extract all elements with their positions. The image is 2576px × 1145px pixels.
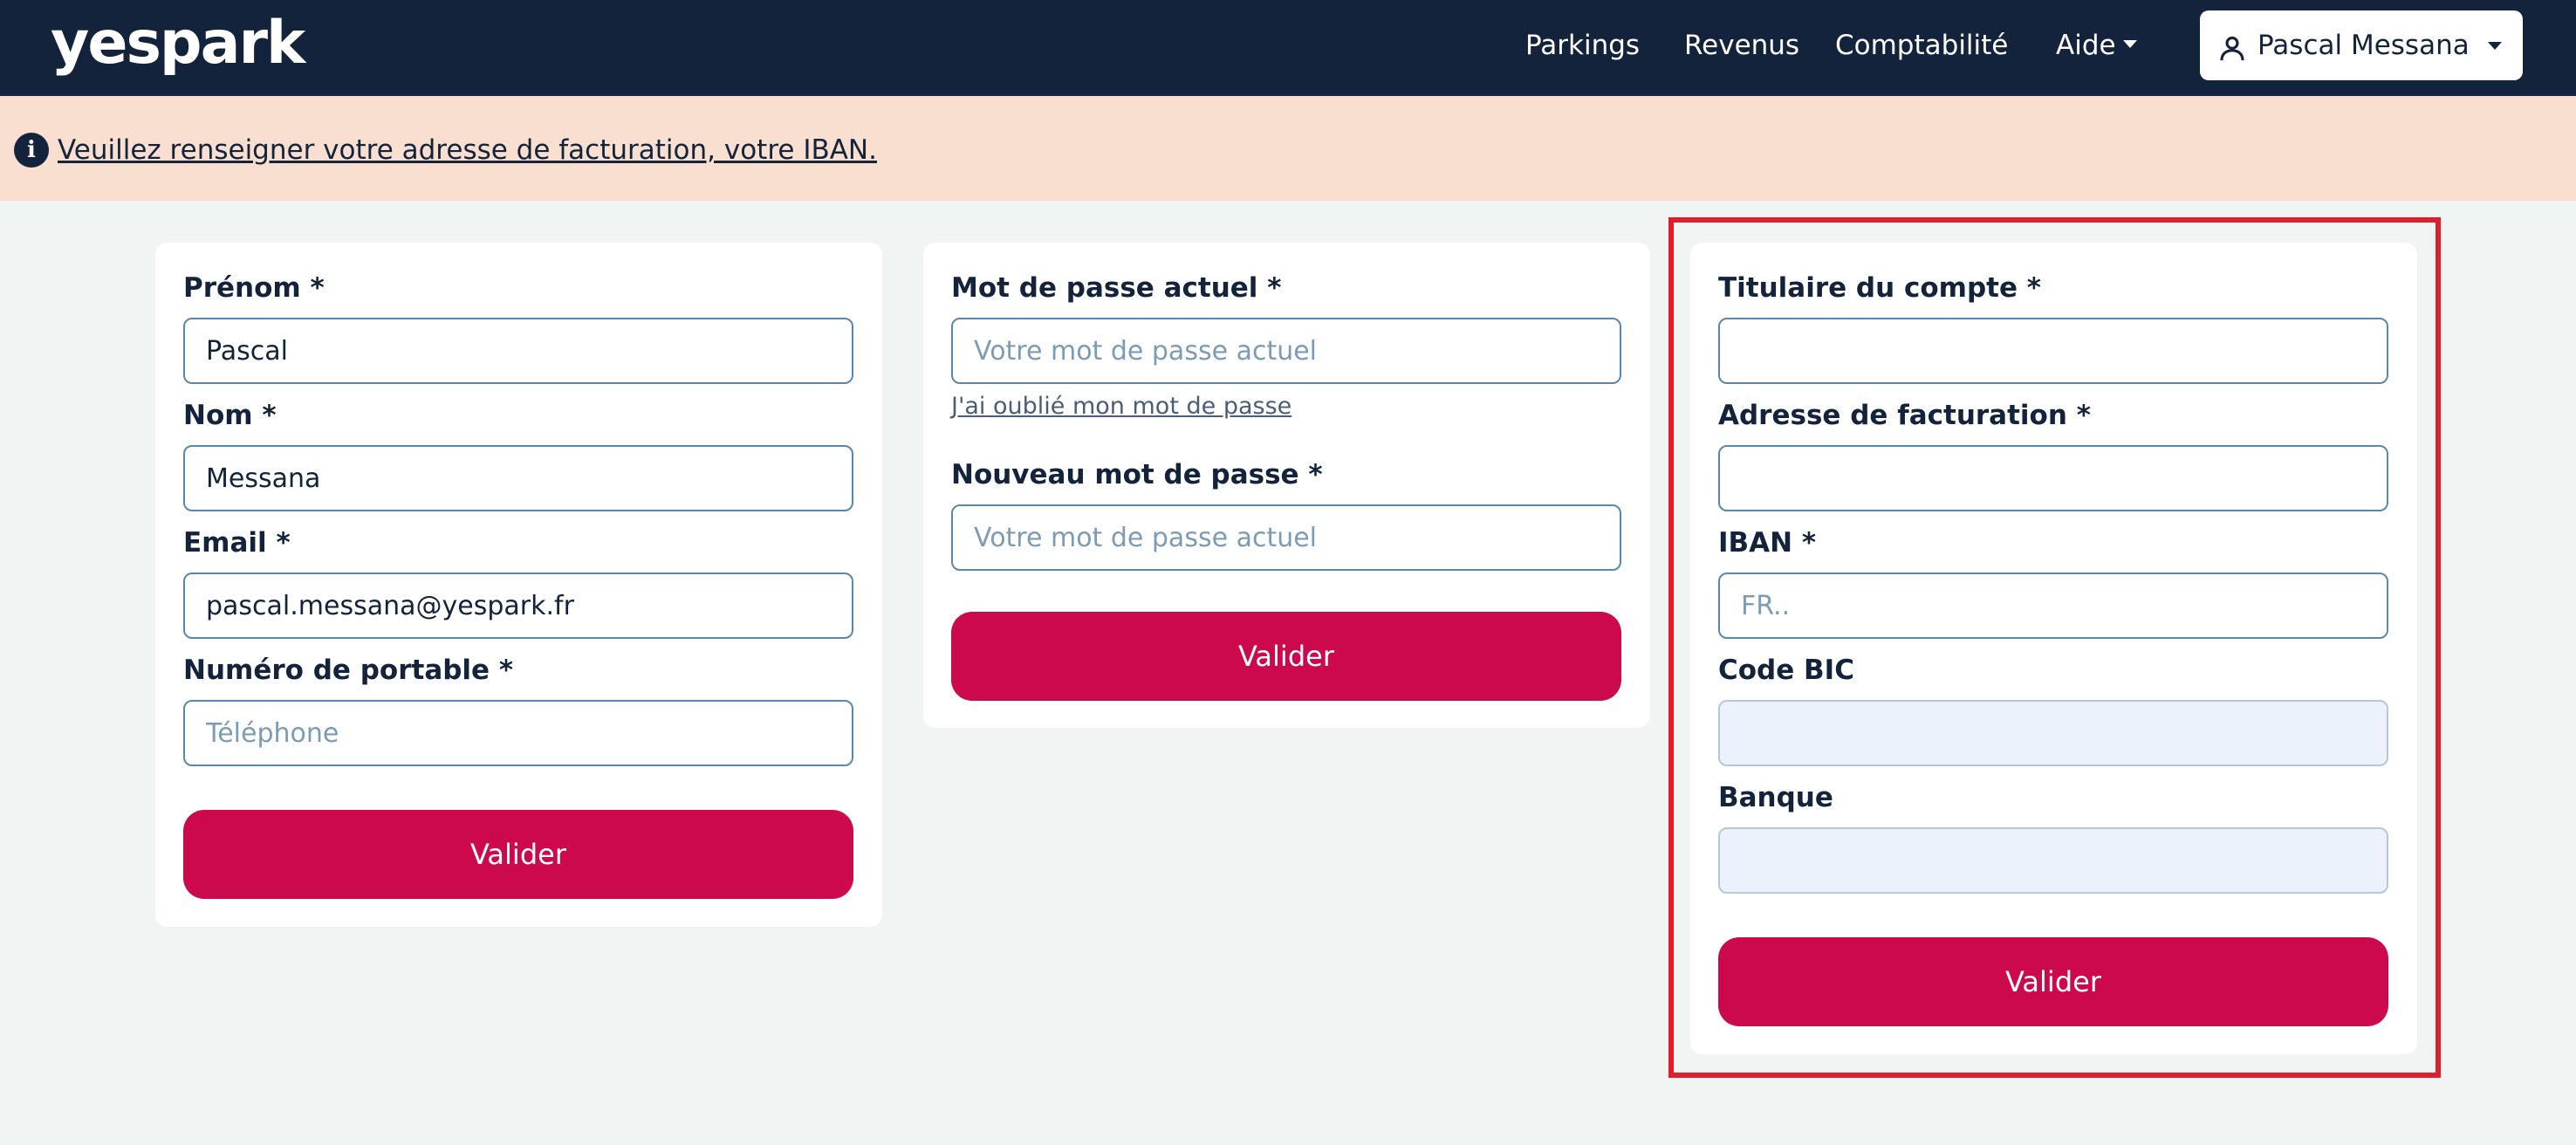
- password-submit-button[interactable]: Valider: [951, 612, 1621, 701]
- user-name: Pascal Messana: [2257, 30, 2470, 61]
- current-password-label: Mot de passe actuel *: [951, 272, 1282, 304]
- profile-card: Prénom * Nom * Email * Numéro de portabl…: [155, 243, 882, 927]
- email-label: Email *: [183, 527, 291, 559]
- top-navbar: yespark Parkings Revenus Comptabilité Ai…: [0, 0, 2576, 96]
- new-password-input[interactable]: [951, 504, 1621, 571]
- forgot-password-link[interactable]: J'ai oublié mon mot de passe: [951, 391, 1291, 422]
- nav-link-comptabilite[interactable]: Comptabilité: [1835, 0, 2008, 91]
- chevron-down-icon: [2122, 40, 2137, 48]
- current-password-input[interactable]: [951, 318, 1621, 384]
- yespark-logo[interactable]: yespark: [51, 7, 305, 80]
- nav-link-parkings[interactable]: Parkings: [1525, 0, 1640, 91]
- phone-label: Numéro de portable *: [183, 655, 514, 686]
- chevron-down-icon: [2488, 42, 2502, 50]
- first-name-input[interactable]: [183, 318, 853, 384]
- phone-input[interactable]: [183, 700, 853, 766]
- last-name-input[interactable]: [183, 445, 853, 511]
- nav-link-revenus[interactable]: Revenus: [1684, 0, 1799, 91]
- last-name-label: Nom *: [183, 400, 277, 431]
- email-input[interactable]: [183, 572, 853, 639]
- nav-dropdown-aide[interactable]: Aide: [2056, 0, 2137, 91]
- first-name-label: Prénom *: [183, 272, 325, 304]
- info-banner: i Veuillez renseigner votre adresse de f…: [0, 96, 2576, 201]
- nav-aide-label: Aide: [2056, 30, 2116, 61]
- user-icon: [2220, 36, 2244, 61]
- profile-submit-button[interactable]: Valider: [183, 810, 853, 899]
- user-menu-button[interactable]: Pascal Messana: [2200, 10, 2523, 80]
- info-icon: i: [14, 133, 49, 168]
- password-card: Mot de passe actuel * J'ai oublié mon mo…: [923, 243, 1650, 728]
- billing-info-link[interactable]: Veuillez renseigner votre adresse de fac…: [58, 131, 877, 169]
- new-password-label: Nouveau mot de passe *: [951, 459, 1323, 490]
- highlight-frame: [1668, 217, 2441, 1078]
